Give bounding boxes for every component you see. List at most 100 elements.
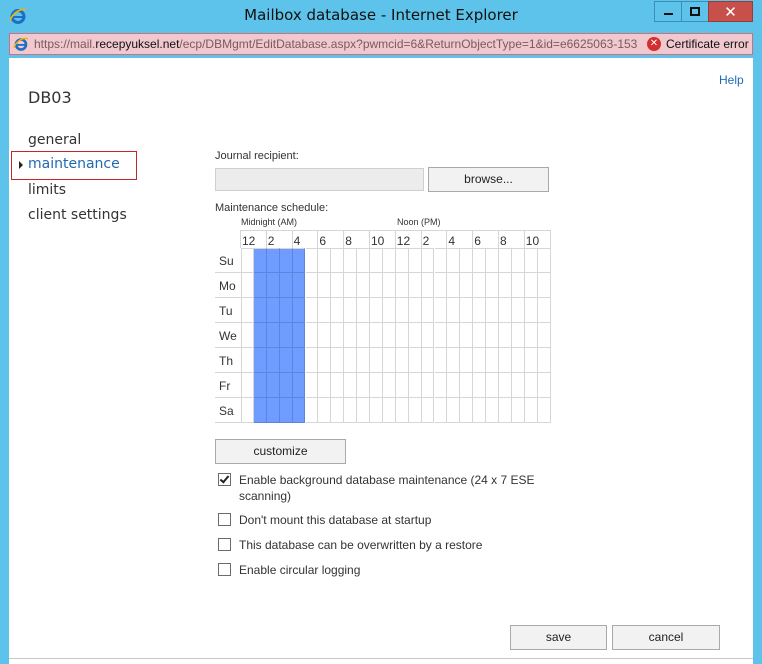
schedule-cell[interactable]	[408, 273, 422, 298]
schedule-cell[interactable]	[279, 273, 293, 298]
schedule-cell[interactable]	[511, 323, 525, 348]
schedule-cell[interactable]	[305, 323, 319, 348]
schedule-cell[interactable]	[318, 348, 332, 373]
schedule-cell[interactable]	[241, 298, 254, 323]
schedule-cell[interactable]	[499, 348, 512, 373]
schedule-cell[interactable]	[292, 273, 306, 298]
schedule-cell[interactable]	[537, 398, 551, 423]
schedule-cell[interactable]	[382, 348, 396, 373]
schedule-cell[interactable]	[318, 298, 332, 323]
nav-item-general[interactable]: general	[28, 132, 81, 148]
schedule-cell[interactable]	[499, 323, 512, 348]
background-maintenance-label[interactable]: Enable background database maintenance (…	[239, 472, 539, 504]
schedule-cell[interactable]	[434, 348, 448, 373]
schedule-cell[interactable]	[395, 398, 409, 423]
schedule-cell[interactable]	[357, 373, 370, 398]
schedule-cell[interactable]	[421, 298, 435, 323]
schedule-cell[interactable]	[511, 273, 525, 298]
schedule-cell[interactable]	[499, 298, 512, 323]
schedule-cell[interactable]	[486, 273, 499, 298]
schedule-cell[interactable]	[253, 323, 267, 348]
schedule-cell[interactable]	[253, 248, 267, 273]
schedule-cell[interactable]	[370, 373, 383, 398]
schedule-cell[interactable]	[499, 273, 512, 298]
schedule-cell[interactable]	[241, 348, 254, 373]
nav-item-client-settings[interactable]: client settings	[28, 207, 127, 223]
schedule-cell[interactable]	[524, 398, 538, 423]
dont-mount-label[interactable]: Don't mount this database at startup	[239, 512, 539, 528]
schedule-cell[interactable]	[524, 348, 538, 373]
nav-item-maintenance[interactable]: maintenance	[11, 151, 137, 180]
schedule-cell[interactable]	[370, 298, 383, 323]
close-button[interactable]: ✕	[708, 1, 753, 22]
schedule-cell[interactable]	[408, 248, 422, 273]
schedule-cell[interactable]	[460, 323, 474, 348]
schedule-cell[interactable]	[473, 298, 487, 323]
schedule-cell[interactable]	[253, 398, 267, 423]
schedule-cell[interactable]	[537, 323, 551, 348]
schedule-cell[interactable]	[408, 298, 422, 323]
schedule-cell[interactable]	[473, 273, 487, 298]
schedule-cell[interactable]	[486, 398, 499, 423]
schedule-cell[interactable]	[370, 248, 383, 273]
schedule-cell[interactable]	[382, 323, 396, 348]
schedule-cell[interactable]	[421, 373, 435, 398]
schedule-cell[interactable]	[434, 273, 448, 298]
maximize-button[interactable]	[681, 1, 708, 22]
schedule-cell[interactable]	[241, 398, 254, 423]
schedule-cell[interactable]	[253, 348, 267, 373]
certificate-error-icon[interactable]: ✕	[647, 37, 661, 51]
background-maintenance-checkbox[interactable]	[218, 473, 231, 486]
schedule-cell[interactable]	[292, 248, 306, 273]
schedule-cell[interactable]	[331, 373, 345, 398]
schedule-cell[interactable]	[318, 323, 332, 348]
schedule-cell[interactable]	[344, 298, 358, 323]
schedule-cell[interactable]	[253, 298, 267, 323]
schedule-cell[interactable]	[344, 248, 358, 273]
schedule-cell[interactable]	[447, 273, 461, 298]
schedule-cell[interactable]	[447, 373, 461, 398]
schedule-cell[interactable]	[447, 323, 461, 348]
schedule-cell[interactable]	[395, 373, 409, 398]
schedule-cell[interactable]	[537, 373, 551, 398]
schedule-cell[interactable]	[486, 348, 499, 373]
schedule-cell[interactable]	[318, 373, 332, 398]
customize-button[interactable]: customize	[215, 439, 346, 464]
schedule-cell[interactable]	[421, 398, 435, 423]
schedule-cell[interactable]	[357, 273, 370, 298]
schedule-cell[interactable]	[382, 248, 396, 273]
schedule-cell[interactable]	[357, 323, 370, 348]
schedule-cell[interactable]	[292, 298, 306, 323]
schedule-cell[interactable]	[434, 248, 448, 273]
schedule-cell[interactable]	[473, 398, 487, 423]
schedule-cell[interactable]	[382, 373, 396, 398]
schedule-cell[interactable]	[421, 348, 435, 373]
schedule-cell[interactable]	[524, 373, 538, 398]
schedule-cell[interactable]	[537, 348, 551, 373]
schedule-cell[interactable]	[434, 323, 448, 348]
save-button[interactable]: save	[510, 625, 607, 650]
schedule-cell[interactable]	[292, 348, 306, 373]
schedule-cell[interactable]	[460, 248, 474, 273]
schedule-cell[interactable]	[486, 373, 499, 398]
schedule-cell[interactable]	[279, 323, 293, 348]
circular-logging-label[interactable]: Enable circular logging	[239, 562, 539, 578]
schedule-cell[interactable]	[499, 373, 512, 398]
schedule-cell[interactable]	[357, 348, 370, 373]
schedule-cell[interactable]	[279, 373, 293, 398]
schedule-cell[interactable]	[434, 298, 448, 323]
schedule-cell[interactable]	[408, 373, 422, 398]
schedule-cell[interactable]	[305, 373, 319, 398]
schedule-cell[interactable]	[395, 248, 409, 273]
schedule-cell[interactable]	[537, 273, 551, 298]
schedule-cell[interactable]	[408, 348, 422, 373]
schedule-cell[interactable]	[344, 323, 358, 348]
schedule-cell[interactable]	[305, 398, 319, 423]
schedule-cell[interactable]	[292, 323, 306, 348]
schedule-cell[interactable]	[408, 398, 422, 423]
schedule-cell[interactable]	[408, 323, 422, 348]
schedule-cell[interactable]	[241, 273, 254, 298]
schedule-cell[interactable]	[241, 248, 254, 273]
schedule-cell[interactable]	[292, 373, 306, 398]
schedule-cell[interactable]	[537, 298, 551, 323]
